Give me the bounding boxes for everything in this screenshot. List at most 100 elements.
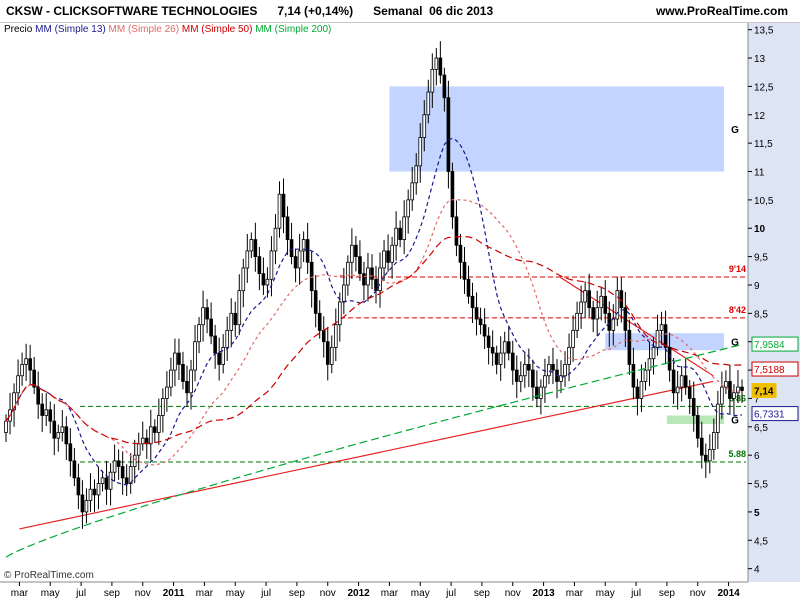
candle-body [486, 335, 491, 348]
candle-body [20, 364, 24, 377]
y-tick-label: 6 [754, 451, 760, 462]
level-label: 5.88 [728, 449, 746, 459]
candle-body [695, 415, 700, 439]
candle-body [189, 369, 193, 394]
candle-body [450, 171, 455, 218]
candle-body [518, 375, 523, 382]
candle-body [551, 364, 555, 371]
x-tick-label: 2014 [717, 588, 740, 599]
candle-body [217, 352, 221, 365]
candle-body [16, 375, 20, 394]
candle-body [273, 227, 278, 252]
candle-body [148, 426, 153, 445]
x-tick-label: jul [630, 588, 641, 599]
price-tag-label: 6,7331 [754, 410, 785, 421]
candle-body [92, 488, 97, 496]
candle-body [201, 307, 205, 326]
candle-body [4, 420, 8, 433]
watermark: © ProRealTime.com [4, 570, 94, 581]
candle-body [547, 364, 551, 377]
candle-body [611, 318, 616, 331]
candle-body [720, 386, 724, 405]
source-link[interactable]: www.ProRealTime.com [656, 4, 788, 18]
zone-label: G [731, 416, 739, 427]
last-price: 7,14 (+0,14%) [277, 4, 354, 18]
candle-body [261, 273, 266, 286]
y-tick-label: 9 [754, 281, 760, 292]
x-tick-label: mar [381, 588, 399, 599]
candle-body [502, 341, 507, 354]
candle-body [531, 369, 535, 388]
y-tick-label: 5,5 [754, 480, 768, 491]
candle-body [321, 329, 326, 343]
candle-body [76, 477, 81, 496]
x-tick-label: mar [196, 588, 214, 599]
x-tick-label: 2013 [532, 588, 555, 599]
candle-body [245, 250, 250, 269]
candle-body [237, 290, 242, 326]
candle-body [591, 307, 595, 320]
candle-body [406, 199, 410, 218]
candle-body [338, 301, 342, 326]
candle-body [683, 375, 688, 388]
candle-body [494, 352, 499, 365]
candle-body [728, 381, 732, 399]
candle-body [96, 483, 101, 496]
y-tick-label: 12,5 [754, 82, 774, 93]
candle-body [84, 500, 89, 513]
y-tick-label: 13 [754, 54, 766, 65]
x-tick-label: may [411, 588, 430, 599]
candle-body [358, 256, 362, 275]
candle-body [583, 290, 587, 303]
x-tick-label: nov [505, 588, 521, 599]
candle-body [56, 432, 61, 439]
candle-body [225, 329, 230, 348]
candle-body [136, 443, 141, 456]
candle-body [185, 381, 189, 394]
price-tag-label: 7,5188 [754, 365, 785, 376]
x-tick-label: jul [75, 588, 86, 599]
candle-body [442, 74, 447, 99]
candle-body [325, 341, 330, 365]
candle-body [285, 216, 290, 240]
candle-body [732, 392, 736, 399]
candle-body [120, 466, 125, 479]
y-tick-label: 5 [754, 508, 760, 519]
candle-body [699, 437, 704, 456]
x-tick-label: mar [566, 588, 584, 599]
candle-body [221, 346, 225, 365]
chart-header: CKSW - CLICKSOFTWARE TECHNOLOGIES 7,14 (… [0, 0, 800, 23]
candle-body [213, 335, 217, 354]
candle-body [40, 403, 45, 416]
candle-body [687, 386, 692, 399]
candle-body [229, 312, 234, 331]
candle-body [378, 267, 382, 292]
candle-body [478, 318, 483, 326]
candle-body [563, 364, 567, 377]
candle-body [434, 57, 439, 70]
candle-body [575, 312, 579, 331]
candle-body [253, 239, 258, 258]
candle-body [402, 216, 406, 240]
candle-body [293, 256, 298, 269]
candle-body [366, 267, 370, 286]
candle-body [193, 341, 197, 371]
y-tick-label: 11 [754, 168, 765, 179]
indicator-legend: Precio MM (Simple 13) MM (Simple 26) MM … [4, 24, 331, 35]
candle-body [161, 398, 165, 416]
candle-body [470, 295, 475, 309]
candle-body [317, 312, 322, 331]
candle-body [209, 318, 213, 337]
candle-body [663, 324, 668, 348]
x-tick-label: may [226, 588, 245, 599]
candle-body [257, 256, 262, 275]
candle-body [177, 352, 181, 365]
y-tick-label: 4 [754, 565, 760, 576]
candle-body [197, 324, 201, 343]
x-tick-label: may [596, 588, 615, 599]
candle-body [305, 239, 310, 263]
candle-body [28, 358, 32, 371]
candle-body [398, 227, 402, 240]
candle-body [736, 386, 740, 394]
legend-ma13: MM (Simple 13) [35, 24, 106, 35]
